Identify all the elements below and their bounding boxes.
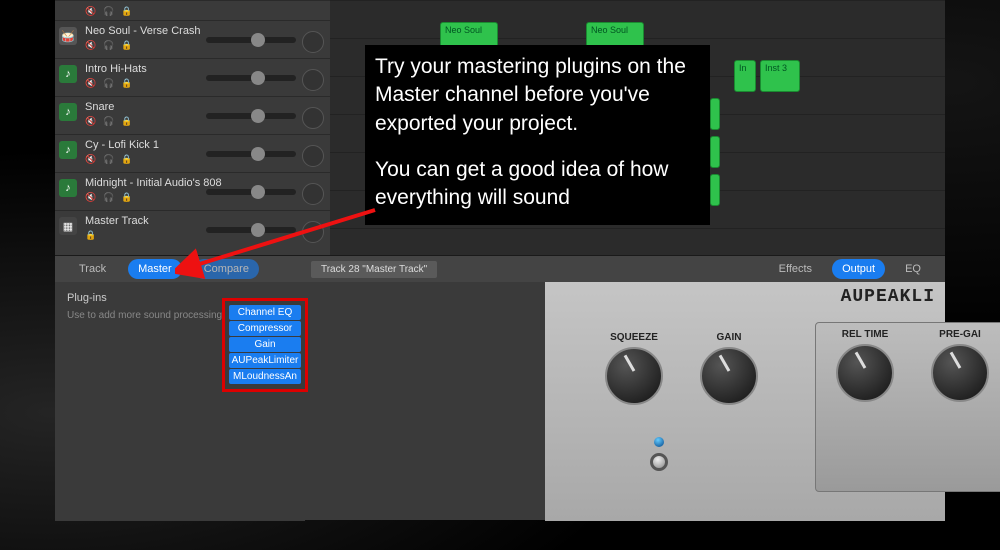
volume-slider[interactable]: [206, 113, 296, 119]
knob-label: SQUEEZE: [605, 332, 663, 343]
headphones-icon[interactable]: 🎧: [103, 5, 115, 17]
pregain-knob[interactable]: [931, 344, 989, 402]
volume-slider[interactable]: [206, 189, 296, 195]
annotation-text-2: You can get a good idea of how everythin…: [375, 156, 700, 213]
volume-slider[interactable]: [206, 75, 296, 81]
region-clip[interactable]: [710, 98, 720, 130]
smart-controls-panel: Track Master Compare Track 28 "Master Tr…: [55, 255, 945, 520]
plugin-brand: AUPEAKLI: [841, 287, 935, 307]
mute-icon[interactable]: 🔇: [85, 5, 97, 17]
plugin-ui-panel: AUPEAKLI SQUEEZE GAIN REL TIME PRE-GAI: [545, 282, 945, 521]
track-row-master[interactable]: ▦ Master Track 🔒: [55, 210, 330, 248]
tab-effects[interactable]: Effects: [769, 259, 822, 279]
track-name: Cy - Lofi Kick 1: [85, 138, 324, 152]
region-clip[interactable]: [710, 174, 720, 206]
pan-knob[interactable]: [302, 183, 324, 205]
lock-icon[interactable]: 🔒: [85, 229, 97, 241]
mute-icon[interactable]: 🔇: [85, 115, 97, 127]
headphones-icon[interactable]: 🎧: [103, 115, 115, 127]
track-name: Neo Soul - Verse Crash: [85, 24, 324, 38]
volume-slider[interactable]: [206, 227, 296, 233]
led-indicator: [654, 437, 664, 447]
reltime-knob[interactable]: [836, 344, 894, 402]
track-row[interactable]: 🥁 Neo Soul - Verse Crash 🔇 🎧 🔒: [55, 20, 330, 58]
headphones-icon[interactable]: 🎧: [103, 153, 115, 165]
plugin-list-highlight: Channel EQ Compressor Gain AUPeakLimiter…: [222, 298, 308, 392]
tab-compare[interactable]: Compare: [194, 259, 259, 279]
tab-output[interactable]: Output: [832, 259, 885, 279]
region-clip[interactable]: In: [734, 60, 756, 92]
plugin-slot[interactable]: Gain: [229, 337, 301, 352]
plugin-slot[interactable]: Channel EQ: [229, 305, 301, 320]
plugin-slot[interactable]: AUPeakLimiter: [229, 353, 301, 368]
track-name: Master Track: [85, 214, 324, 228]
lock-icon[interactable]: 🔒: [121, 191, 133, 203]
pan-knob[interactable]: [302, 69, 324, 91]
headphones-icon[interactable]: 🎧: [103, 191, 115, 203]
pan-knob[interactable]: [302, 107, 324, 129]
lock-icon[interactable]: 🔒: [121, 153, 133, 165]
tab-track[interactable]: Track: [69, 259, 116, 279]
track-list: 🔇 🎧 🔒 🥁 Neo Soul - Verse Crash 🔇 🎧 🔒 ♪ I…: [55, 0, 330, 255]
pan-knob[interactable]: [302, 221, 324, 243]
lock-icon[interactable]: 🔒: [121, 115, 133, 127]
pan-knob[interactable]: [302, 31, 324, 53]
headphones-icon[interactable]: 🎧: [103, 39, 115, 51]
mute-icon[interactable]: 🔇: [85, 39, 97, 51]
editor-tabbar: Track Master Compare Track 28 "Master Tr…: [55, 256, 945, 282]
lock-icon[interactable]: 🔒: [121, 5, 133, 17]
headphones-icon[interactable]: 🎧: [103, 77, 115, 89]
volume-slider[interactable]: [206, 151, 296, 157]
mute-icon[interactable]: 🔇: [85, 153, 97, 165]
knob-label: PRE-GAI: [931, 329, 989, 340]
knob-label: REL TIME: [836, 329, 894, 340]
lock-icon[interactable]: 🔒: [121, 77, 133, 89]
tab-eq[interactable]: EQ: [895, 259, 931, 279]
track-row[interactable]: ♪ Midnight - Initial Audio's 808 🔇 🎧 🔒: [55, 172, 330, 210]
drum-icon: 🥁: [59, 27, 77, 45]
track-name: Snare: [85, 100, 324, 114]
mute-icon[interactable]: 🔇: [85, 191, 97, 203]
audio-icon: ♪: [59, 65, 77, 83]
knob-label: GAIN: [700, 332, 758, 343]
annotation-text-1: Try your mastering plugins on the Master…: [375, 53, 700, 138]
mute-icon[interactable]: 🔇: [85, 77, 97, 89]
audio-icon: ♪: [59, 179, 77, 197]
annotation-box: Try your mastering plugins on the Master…: [365, 45, 710, 225]
squeeze-knob[interactable]: [605, 347, 663, 405]
plugin-sub-panel: REL TIME PRE-GAI: [815, 322, 1000, 492]
pan-knob[interactable]: [302, 145, 324, 167]
track-name: Midnight - Initial Audio's 808: [85, 176, 324, 190]
track-row[interactable]: ♪ Cy - Lofi Kick 1 🔇 🎧 🔒: [55, 134, 330, 172]
audio-icon: ♪: [59, 141, 77, 159]
lock-icon[interactable]: 🔒: [121, 39, 133, 51]
plugin-slot[interactable]: Compressor: [229, 321, 301, 336]
plugin-slot[interactable]: MLoudnessAn: [229, 369, 301, 384]
region-clip[interactable]: [710, 136, 720, 168]
master-icon: ▦: [59, 217, 77, 235]
track-header-controls: 🔇 🎧 🔒: [55, 0, 330, 20]
track-breadcrumb: Track 28 "Master Track": [311, 261, 437, 278]
track-name: Intro Hi-Hats: [85, 62, 324, 76]
volume-slider[interactable]: [206, 37, 296, 43]
tab-master[interactable]: Master: [128, 259, 182, 279]
audio-icon: ♪: [59, 103, 77, 121]
gain-knob[interactable]: [700, 347, 758, 405]
bypass-toggle[interactable]: [650, 453, 668, 471]
track-row[interactable]: ♪ Intro Hi-Hats 🔇 🎧 🔒: [55, 58, 330, 96]
region-clip[interactable]: Inst 3: [760, 60, 800, 92]
track-row[interactable]: ♪ Snare 🔇 🎧 🔒: [55, 96, 330, 134]
